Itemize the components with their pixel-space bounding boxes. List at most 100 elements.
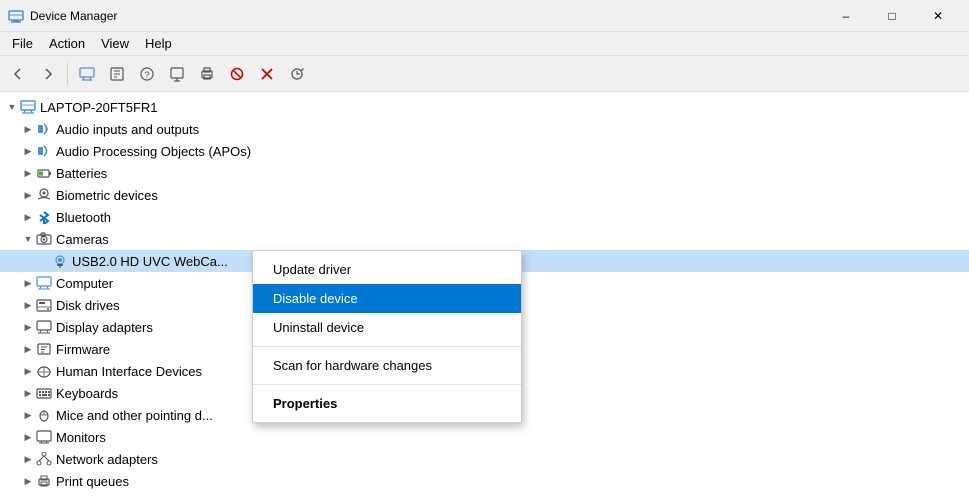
expander-firmware[interactable]: ▶ <box>20 341 36 357</box>
menu-view[interactable]: View <box>93 33 137 55</box>
hid-icon <box>36 363 52 379</box>
expander-network[interactable]: ▶ <box>20 451 36 467</box>
expander-print[interactable]: ▶ <box>20 473 36 489</box>
mice-icon <box>36 407 52 423</box>
tree-audio-apo[interactable]: ▶ Audio Processing Objects (APOs) <box>0 140 969 162</box>
ctx-scan-hardware[interactable]: Scan for hardware changes <box>253 351 521 380</box>
biometric-icon <box>36 187 52 203</box>
expander-keyboards[interactable]: ▶ <box>20 385 36 401</box>
tree-print[interactable]: ▶ Print queues <box>0 470 969 492</box>
expander-biometric[interactable]: ▶ <box>20 187 36 203</box>
toolbar-help[interactable]: ? <box>133 60 161 88</box>
toolbar-print[interactable] <box>193 60 221 88</box>
close-button[interactable]: ✕ <box>915 0 961 32</box>
mice-label: Mice and other pointing d... <box>56 408 213 423</box>
firmware-label: Firmware <box>56 342 110 357</box>
title-bar: Device Manager – □ ✕ <box>0 0 969 32</box>
menu-bar: File Action View Help <box>0 32 969 56</box>
menu-help[interactable]: Help <box>137 33 180 55</box>
minimize-button[interactable]: – <box>823 0 869 32</box>
audio-apo-label: Audio Processing Objects (APOs) <box>56 144 251 159</box>
expander-computer[interactable]: ▶ <box>20 275 36 291</box>
ctx-uninstall-device-label: Uninstall device <box>273 320 364 335</box>
root-label: LAPTOP-20FT5FR1 <box>40 100 158 115</box>
audio-io-label: Audio inputs and outputs <box>56 122 199 137</box>
ctx-sep-1 <box>253 346 521 347</box>
disk-icon <box>36 297 52 313</box>
ctx-scan-hardware-label: Scan for hardware changes <box>273 358 432 373</box>
tree-batteries[interactable]: ▶ Batteries <box>0 162 969 184</box>
expander-audio-apo[interactable]: ▶ <box>20 143 36 159</box>
display-icon <box>36 319 52 335</box>
toolbar-computer[interactable] <box>73 60 101 88</box>
ctx-properties-label: Properties <box>273 396 337 411</box>
display-label: Display adapters <box>56 320 153 335</box>
expander-hid[interactable]: ▶ <box>20 363 36 379</box>
cameras-icon <box>36 231 52 247</box>
network-icon <box>36 451 52 467</box>
computer-icon <box>20 99 36 115</box>
firmware-icon <box>36 341 52 357</box>
batteries-icon <box>36 165 52 181</box>
expander-disk[interactable]: ▶ <box>20 297 36 313</box>
expander-cameras[interactable]: ▼ <box>20 231 36 247</box>
batteries-label: Batteries <box>56 166 107 181</box>
network-label: Network adapters <box>56 452 158 467</box>
tree-monitors[interactable]: ▶ Monitors <box>0 426 969 448</box>
tree-network[interactable]: ▶ Network adapters <box>0 448 969 470</box>
bluetooth-icon <box>36 209 52 225</box>
keyboards-icon <box>36 385 52 401</box>
toolbar-update[interactable] <box>163 60 191 88</box>
tree-cameras[interactable]: ▼ Cameras <box>0 228 969 250</box>
window-title: Device Manager <box>30 9 823 23</box>
expander-mice[interactable]: ▶ <box>20 407 36 423</box>
ctx-sep-2 <box>253 384 521 385</box>
webcam-icon <box>52 253 68 269</box>
computer-label: Computer <box>56 276 113 291</box>
window-controls: – □ ✕ <box>823 0 961 32</box>
audio-apo-icon <box>36 143 52 159</box>
app-icon <box>8 8 24 24</box>
tree-root[interactable]: ▼ LAPTOP-20FT5FR1 <box>0 96 969 118</box>
hid-label: Human Interface Devices <box>56 364 202 379</box>
main-content: ▼ LAPTOP-20FT5FR1 ▶ <box>0 92 969 504</box>
toolbar-uninstall[interactable] <box>253 60 281 88</box>
toolbar-back[interactable] <box>4 60 32 88</box>
bluetooth-label: Bluetooth <box>56 210 111 225</box>
expander-batteries[interactable]: ▶ <box>20 165 36 181</box>
svg-text:?: ? <box>144 70 149 80</box>
toolbar-forward[interactable] <box>34 60 62 88</box>
tree-audio-io[interactable]: ▶ Audio inputs and outputs <box>0 118 969 140</box>
maximize-button[interactable]: □ <box>869 0 915 32</box>
ctx-uninstall-device[interactable]: Uninstall device <box>253 313 521 342</box>
biometric-label: Biometric devices <box>56 188 158 203</box>
expander-bluetooth[interactable]: ▶ <box>20 209 36 225</box>
expander-root[interactable]: ▼ <box>4 99 20 115</box>
expander-monitors[interactable]: ▶ <box>20 429 36 445</box>
monitors-icon <box>36 429 52 445</box>
cameras-label: Cameras <box>56 232 109 247</box>
toolbar: ? <box>0 56 969 92</box>
tree-bluetooth[interactable]: ▶ Bluetooth <box>0 206 969 228</box>
expander-audio-io[interactable]: ▶ <box>20 121 36 137</box>
menu-file[interactable]: File <box>4 33 41 55</box>
ctx-update-driver[interactable]: Update driver <box>253 255 521 284</box>
keyboards-label: Keyboards <box>56 386 118 401</box>
toolbar-sep-1 <box>67 63 68 85</box>
disk-label: Disk drives <box>56 298 120 313</box>
ctx-properties[interactable]: Properties <box>253 389 521 418</box>
ctx-disable-device[interactable]: Disable device <box>253 284 521 313</box>
toolbar-properties[interactable] <box>103 60 131 88</box>
toolbar-scan[interactable] <box>283 60 311 88</box>
print-icon <box>36 473 52 489</box>
ctx-update-driver-label: Update driver <box>273 262 351 277</box>
expander-display[interactable]: ▶ <box>20 319 36 335</box>
tree-biometric[interactable]: ▶ Biometric devices <box>0 184 969 206</box>
monitors-label: Monitors <box>56 430 106 445</box>
computer-node-icon <box>36 275 52 291</box>
toolbar-disable[interactable] <box>223 60 251 88</box>
webcam-label: USB2.0 HD UVC WebCa... <box>72 254 228 269</box>
menu-action[interactable]: Action <box>41 33 93 55</box>
audio-io-icon <box>36 121 52 137</box>
ctx-disable-device-label: Disable device <box>273 291 358 306</box>
